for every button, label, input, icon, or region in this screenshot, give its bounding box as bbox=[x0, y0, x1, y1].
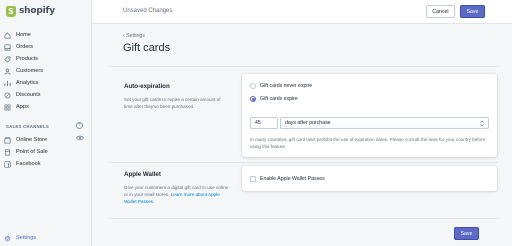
sidebar: shopify Home Orders Products Customers A… bbox=[0, 0, 92, 246]
unsaved-changes-label: Unsaved Changes bbox=[123, 8, 173, 14]
home-icon bbox=[4, 31, 11, 39]
radio-label: Gift cards never expire bbox=[260, 83, 313, 89]
expiry-amount-input[interactable]: 45 bbox=[250, 117, 278, 129]
add-channel-plus-icon[interactable]: + bbox=[76, 122, 83, 129]
apple-wallet-heading: Apple Wallet bbox=[124, 171, 161, 178]
sidebar-item-label: Settings bbox=[16, 235, 37, 241]
select-value: days after purchase bbox=[285, 120, 331, 126]
auto-expiration-heading: Auto-expiration bbox=[124, 83, 170, 90]
cancel-button[interactable]: Cancel bbox=[426, 5, 455, 18]
save-button[interactable]: Save bbox=[460, 5, 485, 18]
expiry-unit-select[interactable]: days after purchase bbox=[280, 117, 489, 129]
apple-wallet-card: Enable Apple Wallet Passes bbox=[242, 166, 497, 191]
sidebar-item-label: Customers bbox=[16, 68, 44, 74]
expiry-help-text: In many countries, gift card laws prohib… bbox=[250, 137, 486, 149]
sales-channels-heading: SALES CHANNELS bbox=[6, 124, 50, 129]
online-store-icon bbox=[4, 136, 11, 144]
shopify-logo[interactable]: shopify bbox=[6, 4, 55, 18]
radio-never-expire[interactable]: Gift cards never expire bbox=[250, 83, 312, 89]
view-store-eye-icon[interactable] bbox=[76, 135, 84, 141]
sidebar-item-settings[interactable]: Settings bbox=[4, 232, 88, 244]
sidebar-item-point-of-sale[interactable]: Point of Sale bbox=[4, 146, 88, 158]
sidebar-item-orders[interactable]: Orders bbox=[4, 41, 88, 53]
radio-expire[interactable]: Gift cards expire bbox=[250, 96, 298, 102]
sidebar-item-label: Discounts bbox=[16, 92, 41, 98]
save-button-bottom[interactable]: Save bbox=[454, 227, 479, 240]
sidebar-item-label: Online Store bbox=[16, 137, 48, 143]
sidebar-item-customers[interactable]: Customers bbox=[4, 65, 88, 77]
shopify-bag-icon bbox=[6, 5, 16, 17]
auto-expiration-card: Gift cards never expire Gift cards expir… bbox=[242, 74, 497, 157]
radio-button[interactable] bbox=[250, 83, 256, 89]
apple-wallet-checkbox[interactable] bbox=[250, 176, 256, 182]
orders-icon bbox=[4, 44, 11, 51]
select-chevron-icon bbox=[480, 120, 484, 127]
apple-wallet-checkbox-row[interactable]: Enable Apple Wallet Passes bbox=[250, 176, 325, 182]
sidebar-item-label: Point of Sale bbox=[16, 149, 48, 155]
discounts-icon bbox=[4, 92, 11, 99]
apple-wallet-description: Give your customers a digital gift card … bbox=[124, 184, 229, 205]
apps-icon bbox=[4, 104, 11, 111]
checkbox-label: Enable Apple Wallet Passes bbox=[260, 176, 325, 182]
breadcrumb-link[interactable]: Settings bbox=[126, 33, 145, 39]
section-divider bbox=[110, 162, 498, 163]
radio-button-selected[interactable] bbox=[250, 96, 256, 102]
section-divider bbox=[110, 218, 498, 219]
breadcrumb[interactable]: ‹ Settings bbox=[123, 33, 145, 39]
point-of-sale-icon bbox=[4, 149, 11, 156]
sidebar-item-label: Products bbox=[16, 56, 39, 62]
sidebar-item-home[interactable]: Home bbox=[4, 29, 88, 41]
sidebar-item-label: Facebook bbox=[16, 161, 41, 167]
sidebar-item-label: Orders bbox=[16, 44, 34, 50]
customers-icon bbox=[4, 68, 11, 75]
radio-label: Gift cards expire bbox=[260, 96, 298, 102]
contextual-save-bar: Unsaved Changes Cancel Save bbox=[92, 0, 512, 24]
sidebar-item-facebook[interactable]: Facebook bbox=[4, 158, 88, 170]
facebook-icon bbox=[4, 160, 11, 168]
analytics-icon bbox=[4, 80, 11, 87]
products-icon bbox=[4, 56, 11, 63]
gear-icon bbox=[4, 235, 11, 242]
auto-expiration-description: Set your gift cards to expire a certain … bbox=[124, 97, 221, 109]
sidebar-item-discounts[interactable]: Discounts bbox=[4, 89, 88, 101]
logo-text: shopify bbox=[19, 6, 55, 16]
sidebar-item-label: Analytics bbox=[16, 80, 39, 86]
sidebar-item-label: Apps bbox=[16, 104, 29, 110]
sidebar-item-analytics[interactable]: Analytics bbox=[4, 77, 88, 89]
section-divider bbox=[110, 66, 498, 67]
sidebar-item-products[interactable]: Products bbox=[4, 53, 88, 65]
sidebar-item-label: Home bbox=[16, 32, 31, 38]
page-title: Gift cards bbox=[123, 42, 171, 54]
sidebar-item-apps[interactable]: Apps bbox=[4, 101, 88, 113]
